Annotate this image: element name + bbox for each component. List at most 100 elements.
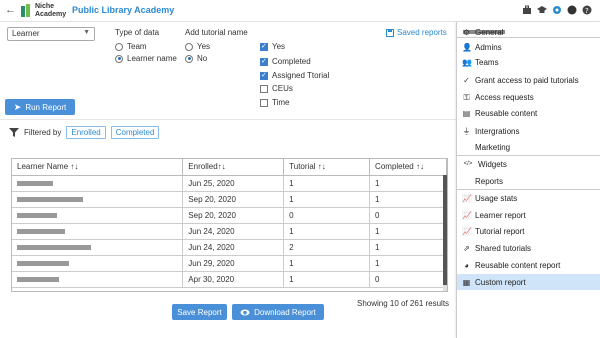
top-bar: ← Niche Academy Public Library Academy ?	[0, 0, 600, 22]
table-row[interactable]: Jun 25, 2020 1 1	[12, 175, 447, 192]
tutorial-cell: 2	[283, 239, 371, 256]
save-report-button[interactable]: Save Report	[172, 304, 227, 320]
table-row[interactable]: Jun 24, 2020 2 1	[12, 239, 447, 256]
redacted-name	[17, 212, 57, 218]
panel-item-admins[interactable]: 👤 Admins	[457, 39, 600, 55]
run-report-button[interactable]: ➤ Run Report	[5, 99, 75, 115]
completed-cell: 1	[369, 239, 447, 256]
panel-item-usage-stats[interactable]: 📈 Usage stats	[457, 190, 600, 206]
saved-reports-link[interactable]: Saved reports	[386, 28, 447, 37]
panel-item-tutorial-report[interactable]: 📈 Tutorial report	[457, 223, 600, 239]
redacted-name	[17, 180, 53, 186]
panel-item-reusable-content-report[interactable]: ◕ Reusable content report	[457, 257, 600, 273]
learner-name-label: Learner name	[127, 54, 177, 63]
tutorial-yes-option[interactable]: Yes	[185, 42, 210, 51]
column-ceus-option[interactable]: CEUs	[260, 84, 293, 93]
filter-icon	[9, 128, 19, 137]
column-assigned-checkbox[interactable]	[260, 71, 268, 80]
panel-item-reports[interactable]: Reports	[457, 173, 600, 189]
panel-item-custom-report[interactable]: ▦ Custom report	[457, 274, 600, 290]
tutorial-yes-label: Yes	[197, 42, 211, 51]
table-row[interactable]: Sep 20, 2020 1 1	[12, 191, 447, 208]
panel-item-teams[interactable]: 👥 Teams	[457, 54, 600, 70]
table-scrollbar-thumb[interactable]	[443, 175, 447, 285]
filtered-by-label: Filtered by	[24, 128, 62, 137]
panel-item-label: Reusable content	[475, 108, 538, 118]
panel-item-label: Usage stats	[475, 193, 518, 203]
panel-item-shared-tutorials[interactable]: ⇗ Shared tutorials	[457, 240, 600, 256]
tutorial-yes-radio[interactable]	[185, 42, 193, 51]
add-tutorial-name-title: Add tutorial name	[185, 28, 248, 37]
tutorial-no-radio[interactable]	[185, 54, 193, 63]
column-assigned-option[interactable]: Assigned Ttorial	[260, 71, 329, 80]
table-row[interactable]: Jun 24, 2020 1 1	[12, 223, 447, 240]
type-learner-option[interactable]: Learner name	[115, 54, 177, 63]
panel-item-grant-access-to-paid-tutorials[interactable]: ✓ Grant access to paid tutorials	[457, 72, 600, 88]
panel-item-reusable-content[interactable]: ▤ Reusable content	[457, 105, 600, 121]
svg-text:?: ?	[585, 7, 589, 15]
key-icon: ⚿	[463, 92, 470, 102]
panel-item-widgets[interactable]: </> Widgets	[457, 156, 600, 172]
header-completed[interactable]: Completed ↑↓	[369, 159, 447, 176]
panel-item-marketing[interactable]: Marketing	[457, 139, 600, 155]
section-divider	[0, 119, 456, 120]
download-report-label: Download Report	[254, 307, 316, 317]
panel-item-learner-report[interactable]: 📈 Learner report	[457, 207, 600, 223]
tutorial-cell: 1	[283, 191, 371, 208]
enrolled-cell: Jun 24, 2020	[182, 223, 285, 240]
user-avatar-icon[interactable]	[567, 5, 577, 15]
column-yes-option[interactable]: Yes	[260, 42, 285, 51]
column-time-checkbox[interactable]	[260, 98, 268, 107]
filter-chip-enrolled[interactable]: Enrolled	[66, 126, 106, 139]
column-completed-checkbox[interactable]	[260, 57, 268, 66]
table-row[interactable]: Sep 20, 2020 0 0	[12, 207, 447, 224]
filter-chip-completed[interactable]: Completed	[110, 126, 160, 139]
check-icon: ✓	[463, 75, 470, 85]
learner-name-cell	[12, 271, 184, 288]
learner-name-cell	[12, 207, 184, 224]
column-completed-option[interactable]: Completed	[260, 57, 311, 66]
chevron-down-icon: ▼	[83, 29, 90, 36]
tutorial-cell: 1	[283, 175, 371, 192]
briefcase-icon[interactable]	[522, 5, 532, 15]
results-count: Showing 10 of 261 results	[357, 299, 450, 308]
type-team-option[interactable]: Team	[115, 42, 147, 51]
team-label: Team	[127, 42, 147, 51]
report-type-select[interactable]: Learner ▼	[7, 27, 95, 41]
help-icon[interactable]: ?	[582, 5, 592, 15]
download-report-button[interactable]: Download Report	[232, 304, 324, 320]
enrolled-cell: Apr 30, 2020	[182, 271, 285, 288]
table-row[interactable]: Apr 30, 2020 1 0	[12, 271, 447, 288]
cloud-download-icon	[240, 309, 250, 316]
header-tutorial[interactable]: Tutorial ↑↓	[283, 159, 371, 176]
learner-name-radio[interactable]	[115, 54, 123, 63]
column-assigned-label: Assigned Ttorial	[272, 71, 330, 80]
header-learner-name[interactable]: Learner Name ↑↓	[12, 159, 184, 176]
graduation-cap-icon[interactable]	[537, 5, 547, 15]
app-title[interactable]: Public Library Academy	[72, 5, 174, 15]
panel-item-label: Intergrations	[475, 126, 520, 136]
report-table: Learner Name ↑↓ Enrolled↑↓ Tutorial ↑↓ C…	[11, 158, 448, 292]
person-icon: 👤	[462, 42, 472, 52]
redacted-name	[17, 244, 91, 250]
learner-name-cell	[12, 223, 184, 240]
column-ceus-checkbox[interactable]	[260, 84, 268, 93]
panel-item-intergrations[interactable]: ⏚ Intergrations	[457, 123, 600, 139]
panel-item-access-requests[interactable]: ⚿ Access requests	[457, 89, 600, 105]
enrolled-cell: Jun 29, 2020	[182, 255, 285, 272]
tutorial-cell: 1	[283, 255, 371, 272]
team-radio[interactable]	[115, 42, 123, 51]
settings-panel: ⚙ General 👤 Admins 👥 Teams ✓ Grant access to pa…	[456, 22, 600, 338]
header-enrolled[interactable]: Enrolled↑↓	[182, 159, 285, 176]
panel-item-label: Custom report	[475, 277, 526, 287]
chart-icon: 📈	[462, 210, 472, 220]
table-row[interactable]: Jun 29, 2020 1 1	[12, 255, 447, 272]
panel-item-general[interactable]: ⚙ General	[457, 24, 600, 40]
gear-icon[interactable]	[552, 5, 562, 15]
back-arrow-icon[interactable]: ←	[5, 4, 16, 16]
column-yes-checkbox[interactable]	[260, 42, 268, 51]
panel-item-label: Admins	[475, 42, 502, 52]
column-time-option[interactable]: Time	[260, 98, 289, 107]
tutorial-no-option[interactable]: No	[185, 54, 207, 63]
panel-item-label: Shared tutorials	[475, 243, 532, 253]
